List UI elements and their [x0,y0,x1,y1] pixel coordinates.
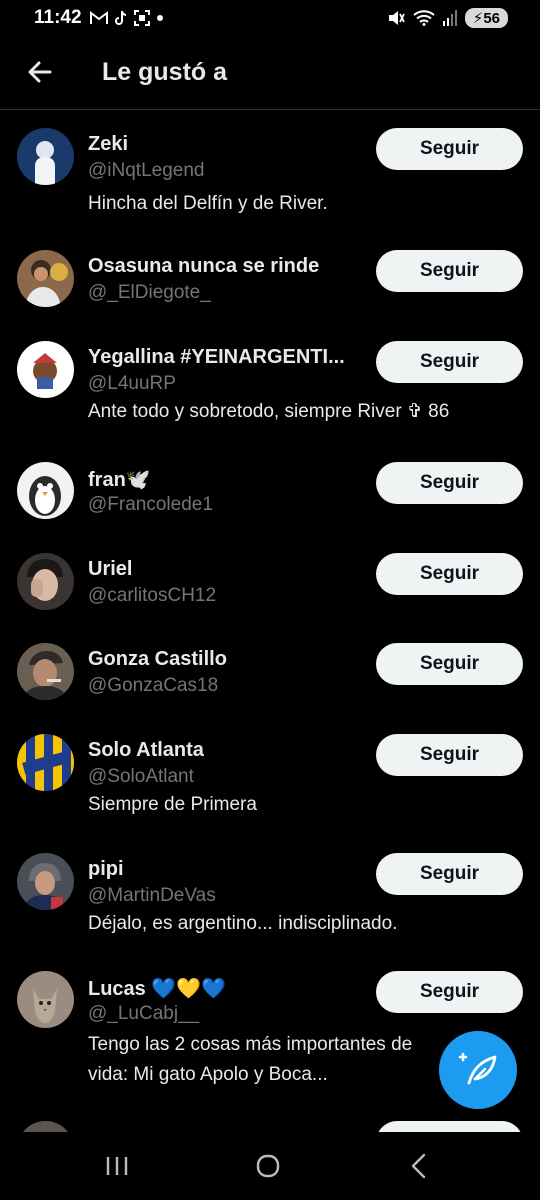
follow-button[interactable]: Seguir [376,341,523,383]
user-name: Yegallina #YEINARGENTI... [88,346,345,368]
user-bio: Déjalo, es argentino... indisciplinado. [88,913,398,934]
gmail-notification-icon [89,11,108,24]
user-bio: Hincha del Delfín y de River. [88,193,328,214]
user-name: Gonza Castillo [88,648,227,670]
user-name: pipi [88,858,124,880]
atlanta-crest-logo [17,734,74,791]
user-handle: @L4uuRP [88,373,176,394]
signal-icon [442,10,457,26]
follow-button[interactable]: Seguir [376,250,523,292]
system-nav-bar [0,1132,540,1200]
battery-indicator: ⚡56 [464,8,508,28]
arrow-left-icon[interactable] [24,56,56,88]
follow-button[interactable]: Seguir [376,853,523,895]
dot-notification-icon [156,15,163,21]
user-name: Zeki [88,133,129,155]
user-name: Osasuna nunca se rinde [88,255,320,277]
liked-by-list: Zeki @iNqtLegend Hincha del Delfín y de … [0,111,540,1132]
follow-button[interactable]: Seguir [376,128,523,170]
user-handle: @iNqtLegend [88,160,205,181]
user-handle: @_ElDiegote_ [88,282,211,303]
follow-button[interactable]: Seguir [376,734,523,776]
user-name: Lucas 💙💛💙 [88,978,227,1000]
avatar[interactable] [17,734,74,791]
home-circle-icon[interactable] [256,1154,280,1178]
avatar[interactable] [17,643,74,700]
wifi-icon [413,10,435,26]
status-bar: 11:42 ⚡56 [0,0,540,36]
user-name: Uriel [88,558,133,580]
page-title: Le gustó a [102,58,228,86]
avatar[interactable] [17,128,74,185]
user-bio: Siempre de Primera [88,794,257,815]
user-name: Solo Atlanta [88,739,204,761]
user-bio: Ante todo y sobretodo, siempre River ✞ 8… [88,401,450,422]
avatar[interactable] [17,462,74,519]
user-bio: Tengo las 2 cosas más importantes de vid… [88,1034,413,1085]
status-time: 11:42 [34,7,82,28]
user-handle: @_LuCabj__ [88,1003,200,1024]
follow-button[interactable] [376,1121,523,1132]
avatar[interactable] [17,971,74,1028]
avatar[interactable] [17,1121,74,1132]
avatar[interactable] [17,553,74,610]
avatar[interactable] [17,341,74,398]
compose-feather-icon [458,1052,497,1085]
compose-button[interactable] [439,1031,517,1109]
avatar[interactable] [17,853,74,910]
user-handle: @SoloAtlant [88,766,194,787]
user-handle: @carlitosCH12 [88,585,217,606]
user-handle: @Francolede1 [88,494,213,515]
charging-icon: ⚡ [472,10,484,27]
follow-button[interactable]: Seguir [376,553,523,595]
user-handle: @GonzaCas18 [88,675,219,696]
tiktok-notification-icon [114,10,126,25]
mute-icon [388,11,405,25]
chevron-left-icon[interactable] [408,1153,430,1179]
recent-apps-icon[interactable] [104,1154,130,1178]
user-name: fran🕊️ [88,469,151,491]
follow-button[interactable]: Seguir [376,462,523,504]
user-handle: @MartinDeVas [88,885,216,906]
avatar[interactable] [17,250,74,307]
follow-button[interactable]: Seguir [376,643,523,685]
follow-button[interactable]: Seguir [376,971,523,1013]
header: Le gustó a [0,36,540,110]
screenshot-notification-icon [133,10,150,26]
